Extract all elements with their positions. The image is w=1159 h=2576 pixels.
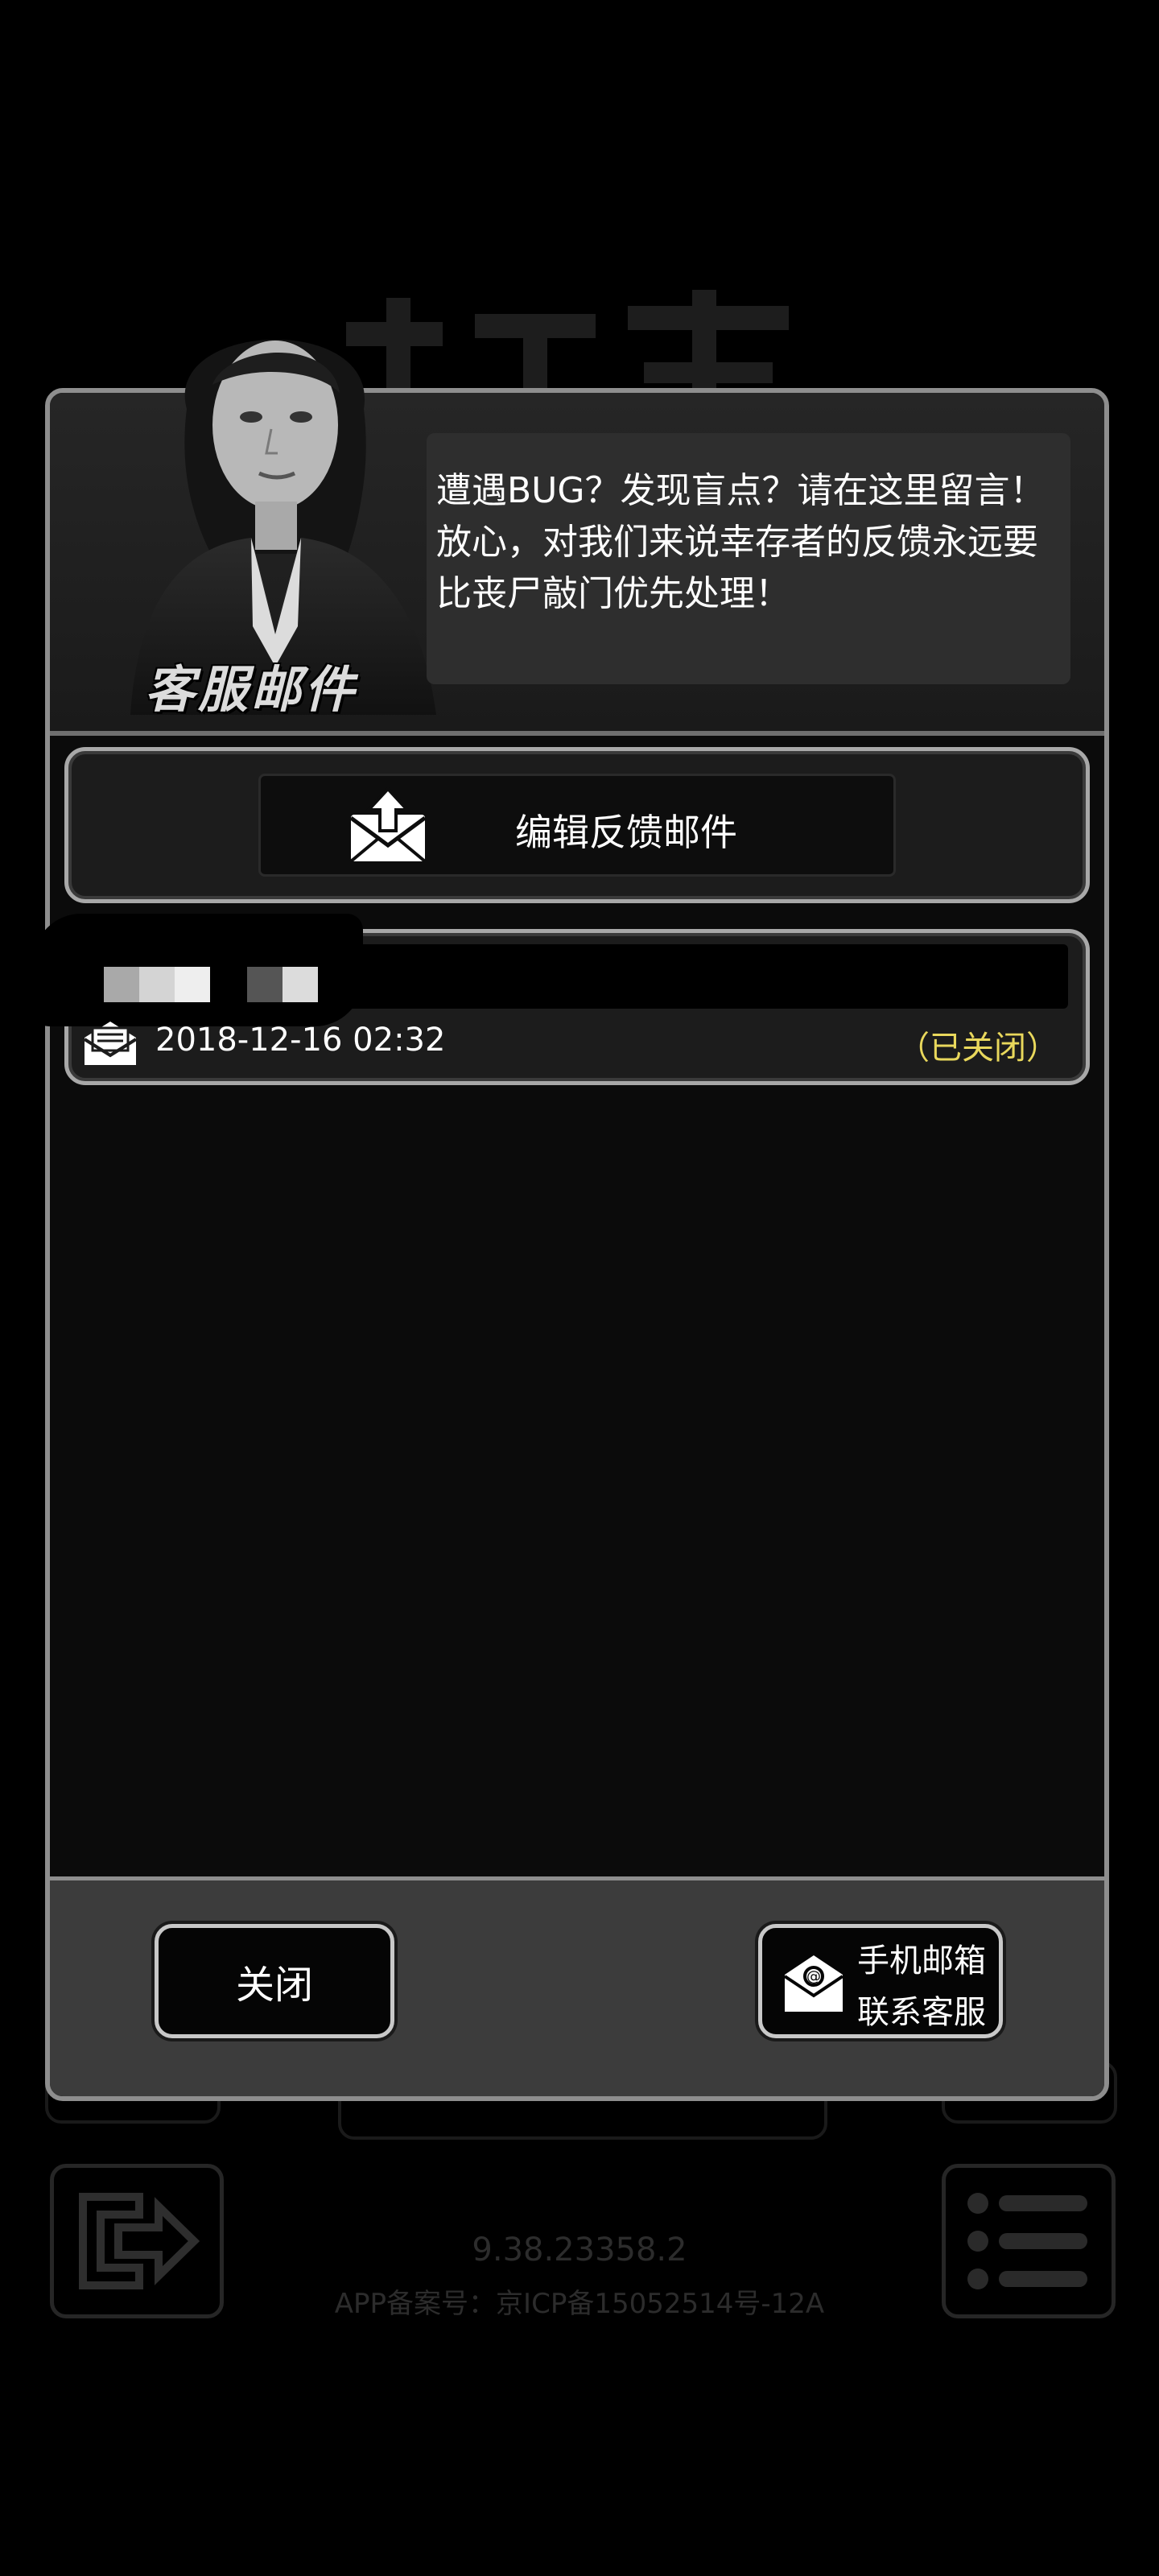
svg-text:@: @ [806, 1968, 821, 1985]
mail-date: 2018-12-16 02:32 [155, 1022, 446, 1059]
app-version: 9.38.23358.2 [472, 2231, 687, 2268]
dialog-footer: 关闭 @ 手机邮箱 联系客服 [50, 1876, 1104, 2096]
redaction-pixels [175, 967, 210, 1002]
close-button[interactable]: 关闭 [155, 1924, 394, 2038]
mail-status-closed: （已关闭） [897, 1030, 1058, 1067]
email-at-icon: @ [783, 1955, 844, 2012]
contact-label-line2: 联系客服 [857, 1994, 986, 2031]
redaction-pixels [283, 967, 318, 1002]
contact-label-line1: 手机邮箱 [857, 1942, 986, 1979]
mail-list-item[interactable]: 2018-12-16 02:32 （已关闭） [33, 914, 1090, 1085]
compose-feedback-mail-button[interactable]: 编辑反馈邮件 [258, 774, 896, 877]
dialog-header: 客服邮件 遭遇BUG？发现盲点？请在这里留言！放心，对我们来说幸存者的反馈永远要… [50, 339, 1104, 736]
contact-support-button[interactable]: @ 手机邮箱 联系客服 [758, 1924, 1003, 2038]
opened-mail-icon [83, 1022, 138, 1065]
redaction-pixels [247, 967, 283, 1002]
redaction-pixels [139, 967, 175, 1002]
redaction-pixels [104, 967, 139, 1002]
icp-registration: APP备案号：京ICP备15052514号-12A [334, 2288, 825, 2320]
compose-button-label: 编辑反馈邮件 [515, 811, 737, 854]
mail-upload-icon [349, 787, 427, 863]
speech-bubble: 遭遇BUG？发现盲点？请在这里留言！放心，对我们来说幸存者的反馈永远要比丧尸敲门… [427, 433, 1070, 684]
header-title: 客服邮件 [145, 660, 358, 719]
compose-card: 编辑反馈邮件 [64, 747, 1090, 903]
customer-service-mail-dialog: 客服邮件 遭遇BUG？发现盲点？请在这里留言！放心，对我们来说幸存者的反馈永远要… [33, 339, 1109, 2101]
